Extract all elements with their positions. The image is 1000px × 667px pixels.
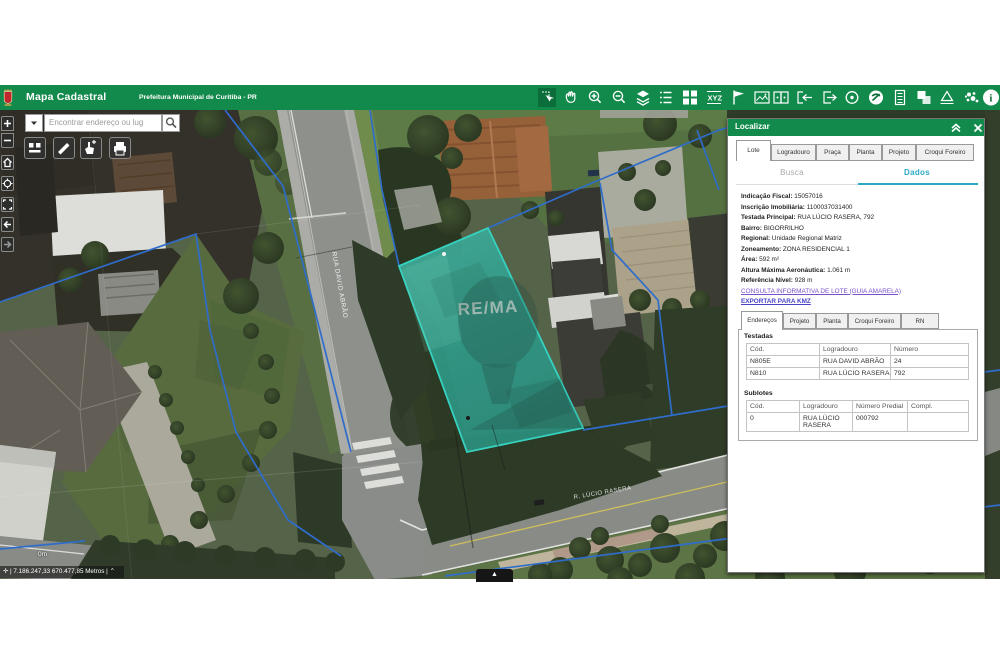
svg-text:XYZ: XYZ	[708, 94, 723, 103]
svg-text:i: i	[989, 93, 992, 105]
